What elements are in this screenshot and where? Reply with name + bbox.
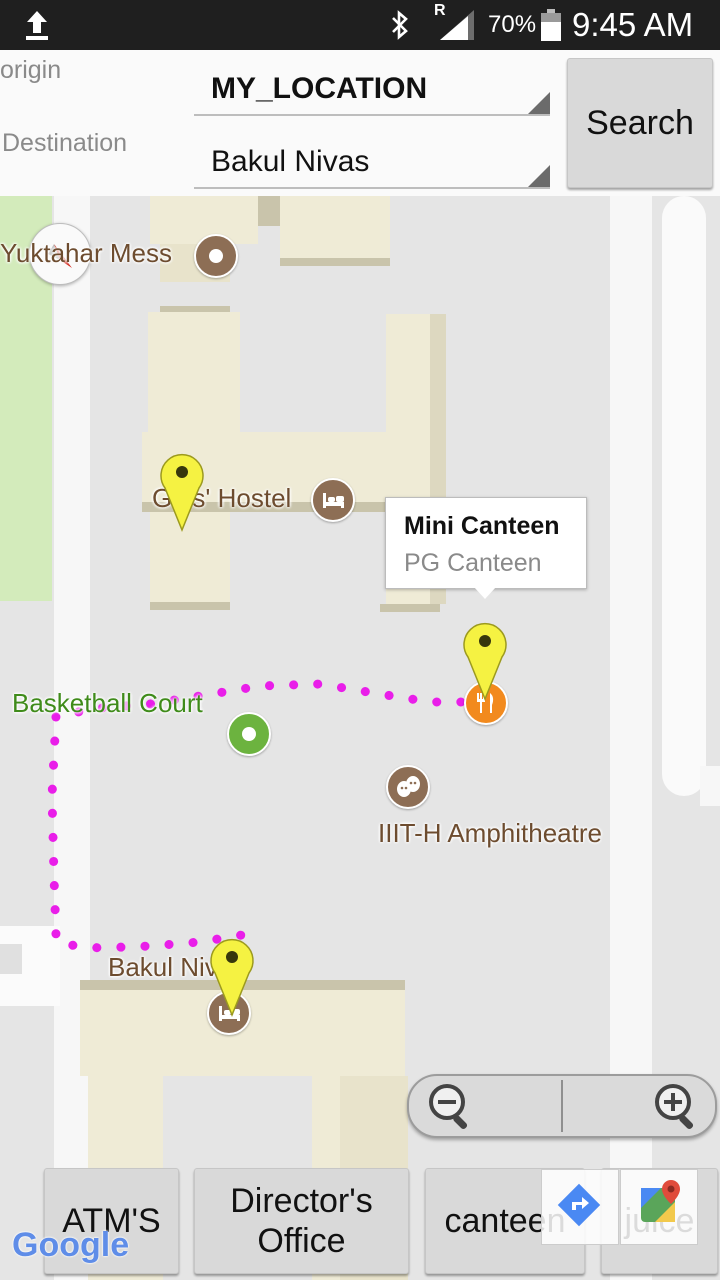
directors-office-line1: Director's: [230, 1182, 373, 1220]
destination-value: Bakul Nivas: [211, 145, 370, 178]
directors-office-button[interactable]: Director's Office: [194, 1168, 409, 1274]
bluetooth-icon: [388, 0, 412, 50]
search-button[interactable]: Search: [567, 58, 713, 188]
info-window-title: Mini Canteen: [404, 512, 560, 540]
info-window-subtitle: PG Canteen: [404, 549, 542, 577]
google-maps-icon: [641, 1180, 680, 1222]
status-bar: R 70% 9:45 AM: [0, 0, 720, 50]
signal-badge: R: [434, 2, 446, 19]
battery-percent: 70%: [488, 11, 537, 38]
marker-info-window[interactable]: Mini Canteen PG Canteen: [385, 497, 587, 599]
directions-button[interactable]: [541, 1169, 619, 1245]
map-view[interactable]: Yuktahar Mess Girls' Hostel Basketball C…: [0, 196, 720, 1280]
origin-spinner[interactable]: MY_LOCATION: [194, 50, 550, 116]
map-marker-icon[interactable]: [462, 619, 508, 701]
origin-label: origin: [0, 56, 62, 84]
label-yuktahar-mess: Yuktahar Mess: [0, 238, 172, 268]
destination-spinner[interactable]: Bakul Nivas: [194, 123, 550, 189]
open-maps-button[interactable]: [620, 1169, 698, 1245]
directors-office-line2: Office: [257, 1222, 346, 1260]
origin-value: MY_LOCATION: [211, 72, 428, 105]
battery-icon: [540, 0, 562, 50]
park-poi-icon[interactable]: [227, 712, 271, 756]
label-amphitheatre: IIIT-H Amphitheatre: [378, 818, 602, 848]
hostel-bed-icon[interactable]: [311, 478, 355, 522]
theater-masks-icon[interactable]: [386, 765, 430, 809]
upload-icon: [24, 0, 50, 50]
zoom-out-icon: [429, 1084, 468, 1130]
directions-icon: [557, 1183, 601, 1227]
zoom-out-button[interactable]: [409, 1076, 561, 1136]
dropdown-arrow-icon: [528, 165, 550, 187]
map-marker-icon[interactable]: [159, 450, 205, 532]
map-marker-icon[interactable]: [209, 935, 255, 1017]
destination-label: Destination: [2, 129, 128, 157]
zoom-control: [407, 1074, 717, 1138]
dropdown-arrow-icon: [528, 92, 550, 114]
signal-icon: R: [434, 0, 476, 50]
zoom-in-icon: [655, 1084, 694, 1130]
clock: 9:45 AM: [572, 6, 694, 43]
info-window-tail: [474, 587, 496, 599]
route-form: origin Destination MY_LOCATION Bakul Niv…: [0, 50, 720, 196]
label-basketball-court: Basketball Court: [12, 688, 203, 718]
mess-poi-icon[interactable]: [194, 234, 238, 278]
zoom-in-button[interactable]: [563, 1076, 715, 1136]
google-logo: Google: [12, 1226, 130, 1264]
